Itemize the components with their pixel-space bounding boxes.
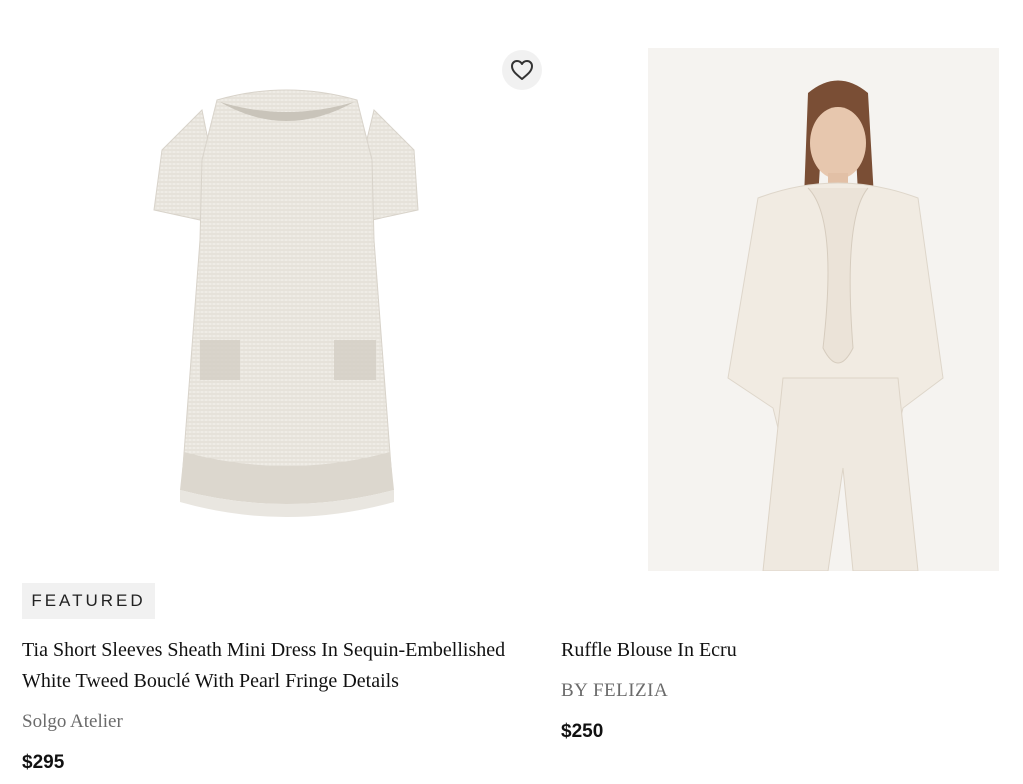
product-image[interactable] <box>22 40 550 572</box>
product-brand[interactable]: BY FELIZIA <box>561 680 668 702</box>
model-blouse-image <box>648 48 999 571</box>
wishlist-button[interactable] <box>502 50 542 90</box>
product-brand[interactable]: Solgo Atelier <box>22 711 123 733</box>
product-title[interactable]: Tia Short Sleeves Sheath Mini Dress In S… <box>22 635 550 697</box>
product-price: $250 <box>561 721 604 742</box>
heart-outline-icon <box>511 60 533 80</box>
featured-badge: FEATURED <box>22 583 155 619</box>
product-title[interactable]: Ruffle Blouse In Ecru <box>561 635 1001 666</box>
product-image[interactable] <box>648 48 999 571</box>
tweed-dress-image <box>153 89 419 517</box>
product-price: $295 <box>22 752 65 773</box>
